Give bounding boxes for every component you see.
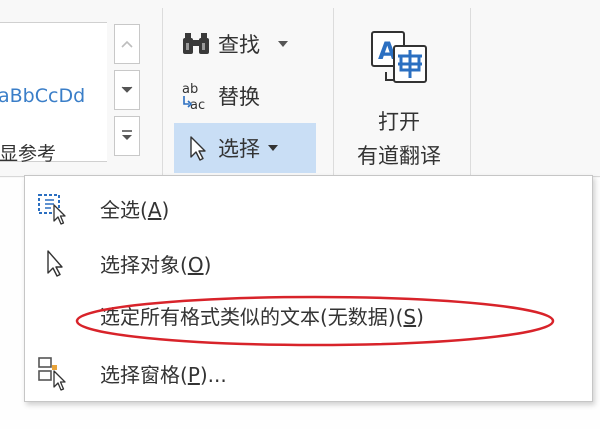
youdao-translate-button[interactable]: A 打开 有道翻译	[338, 22, 460, 172]
highlight-ellipse	[75, 295, 555, 347]
menu-item-select-all[interactable]: 全选(A)	[26, 183, 591, 233]
selection-pane-icon	[34, 355, 74, 391]
style-name-label: 显参考	[0, 143, 57, 165]
select-label: 选择	[218, 137, 260, 161]
style-preview[interactable]: AaBbCcDd	[0, 85, 85, 107]
ribbon: AaBbCcDd 显参考 查找	[0, 0, 600, 178]
translate-a-zh-icon: A	[368, 28, 430, 92]
translate-label-line2: 有道翻译	[357, 144, 441, 168]
replace-label: 替换	[218, 85, 260, 109]
svg-text:ab: ab	[182, 82, 198, 97]
menu-item-selection-pane[interactable]: 选择窗格(P)...	[26, 348, 591, 398]
replace-ab-ac-icon: ab ac	[176, 80, 218, 112]
svg-text:ac: ac	[190, 98, 205, 112]
cursor-arrow-icon	[34, 245, 74, 281]
chevron-down-icon	[278, 41, 288, 47]
menu-item-label: 选择对象(O)	[100, 252, 212, 277]
chevron-down-icon	[268, 145, 278, 151]
gallery-scroll-down-button[interactable]	[114, 70, 140, 110]
group-divider	[333, 8, 334, 176]
translate-label-line1: 打开	[378, 110, 420, 134]
styles-gallery[interactable]: AaBbCcDd 显参考	[0, 22, 107, 165]
gallery-more-button[interactable]	[114, 116, 140, 156]
replace-button[interactable]: ab ac 替换	[176, 76, 260, 116]
cursor-arrow-icon	[176, 135, 218, 161]
menu-item-label: 选择窗格(P)...	[100, 362, 227, 387]
menu-item-select-objects[interactable]: 选择对象(O)	[26, 238, 591, 288]
group-divider	[162, 8, 163, 176]
find-label: 查找	[218, 33, 260, 57]
binoculars-icon	[176, 31, 218, 57]
select-all-icon	[34, 190, 74, 226]
group-divider	[470, 8, 471, 176]
chevron-up-icon	[121, 40, 133, 48]
gallery-scroll-up-button[interactable]	[114, 24, 140, 64]
select-button[interactable]: 选择	[176, 128, 278, 168]
expand-gallery-icon	[122, 130, 132, 140]
chevron-down-icon	[121, 86, 133, 93]
styles-scroll	[108, 22, 142, 160]
find-button[interactable]: 查找	[176, 24, 288, 64]
menu-item-label: 全选(A)	[100, 197, 170, 222]
select-dropdown-menu: 全选(A) 选择对象(O) 选定所有格式类似的文本(无数据)(S) 选择窗格(P…	[24, 175, 593, 402]
